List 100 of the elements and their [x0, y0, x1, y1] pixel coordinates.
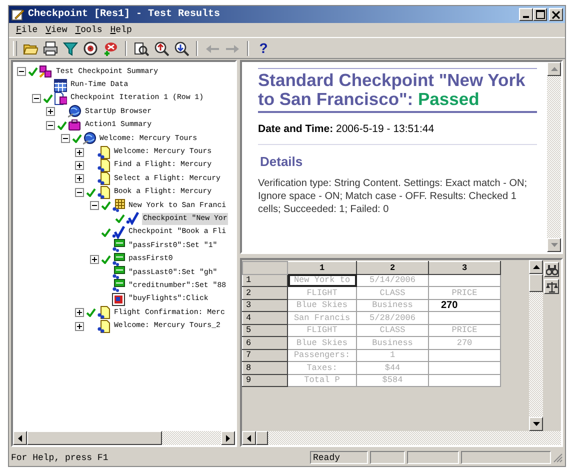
minimize-icon: [523, 16, 529, 18]
page-icon: [97, 186, 110, 199]
edit-box-icon: [112, 266, 124, 280]
table-cell: CLASS: [356, 324, 428, 336]
expand-toggle[interactable]: [75, 174, 84, 184]
target-icon: [83, 40, 98, 56]
table-cell: FLIGHT: [288, 324, 356, 336]
table-cell: Business: [356, 336, 428, 349]
cubes-icon: [39, 65, 52, 78]
row-header: 5: [242, 324, 288, 336]
left-arrow-icon: [18, 434, 22, 442]
bug-plus-icon: [103, 40, 118, 56]
table-cell: 1: [356, 349, 428, 362]
image-button-icon: [112, 292, 124, 306]
expand-toggle[interactable]: [75, 160, 84, 170]
page-icon: [97, 172, 110, 186]
scroll-thumb[interactable]: [256, 431, 268, 445]
table-cell: $44: [356, 362, 428, 374]
close-icon: [552, 10, 560, 18]
notepad-icon: [11, 8, 25, 21]
box-icon: [68, 118, 81, 132]
page-icon: [97, 320, 110, 333]
right-arrow-icon: [226, 434, 230, 442]
grid-table-icon: [54, 78, 66, 92]
table-cell: Business: [356, 299, 428, 312]
zoom-in-button[interactable]: [152, 39, 171, 57]
table-cell: $584: [356, 374, 428, 386]
printer-button[interactable]: [41, 39, 60, 57]
status-text: For Help, press F1: [11, 452, 110, 462]
vertical-scrollbar[interactable]: [529, 260, 543, 431]
page-icon: [97, 146, 110, 159]
grid-corner: [242, 262, 288, 274]
table-cell: 5/28/2006: [356, 312, 428, 324]
left-arrow-icon: [246, 434, 252, 442]
down-arrow-icon: [532, 422, 540, 426]
menu-item[interactable]: File: [12, 25, 42, 35]
menu-item[interactable]: Help: [106, 25, 136, 35]
row-header: 6: [242, 336, 288, 349]
zoom-out-icon: [174, 40, 189, 56]
table-cell: Passengers:: [288, 349, 356, 362]
table-cell: Total P: [288, 374, 356, 386]
collapse-toggle[interactable]: [32, 94, 40, 103]
up-arrow-icon: [550, 67, 558, 71]
zoom-in-icon: [154, 40, 169, 56]
target-button[interactable]: [81, 39, 100, 57]
table-cell: 270: [428, 336, 500, 349]
collapse-toggle[interactable]: [60, 134, 70, 144]
table-cell: FLIGHT: [288, 286, 356, 299]
edit-box-icon: [112, 252, 124, 266]
table-cell: San Francis: [288, 312, 356, 324]
expand-toggle[interactable]: [90, 254, 98, 264]
binoculars-icon: [546, 264, 558, 276]
expand-toggle[interactable]: [75, 308, 84, 318]
checkpoint-icon: [112, 226, 124, 239]
column-header: 2: [356, 262, 428, 274]
menu-item[interactable]: View: [42, 25, 72, 35]
menu-item[interactable]: Tools: [71, 25, 106, 35]
edit-box-icon: [112, 239, 124, 252]
collapse-toggle[interactable]: [46, 120, 55, 130]
collapse-toggle[interactable]: [17, 67, 26, 76]
row-header: 2: [242, 286, 288, 299]
collapse-toggle[interactable]: [90, 201, 98, 210]
table-cell: Taxes:: [288, 362, 356, 374]
status-pane: [370, 451, 405, 464]
close-button[interactable]: [549, 8, 563, 21]
scroll-thumb[interactable]: [27, 431, 162, 445]
row-header: 7: [242, 349, 288, 362]
row-header: 3: [242, 299, 288, 312]
window-title: Checkpoint [Res1] - Test Results: [28, 9, 222, 20]
maximize-icon: [536, 10, 544, 19]
maximize-button[interactable]: [533, 8, 547, 21]
minimize-button[interactable]: [519, 8, 533, 21]
down-arrow-icon: [550, 243, 558, 247]
compare-button[interactable]: [544, 279, 559, 294]
collapse-toggle[interactable]: [75, 188, 84, 197]
horizontal-scrollbar[interactable]: [13, 431, 235, 445]
row-header: 4: [242, 312, 288, 324]
details-text: Verification type: String Content. Settings: Exact match - ON; Ignore space - ON; Match case - OFF. Results: Checked 1 cells; Succeeded: 1; Failed: 0: [258, 177, 528, 216]
table-cell: 5/14/2006: [356, 274, 428, 286]
status-state: Ready: [310, 451, 368, 464]
column-header: 3: [428, 262, 500, 274]
zoom-out-button[interactable]: [172, 39, 191, 57]
table-cell: Blue Skies: [288, 336, 356, 349]
page-icon: [97, 306, 110, 320]
table-cell: CLASS: [356, 286, 428, 299]
scroll-thumb[interactable]: [529, 274, 543, 292]
row-header: 8: [242, 362, 288, 374]
expand-toggle[interactable]: [75, 322, 84, 331]
find-button[interactable]: [544, 262, 559, 277]
row-header: 9: [242, 374, 288, 386]
checkpoint-icon: [126, 212, 139, 226]
filter-icon: [63, 40, 78, 56]
vertical-scrollbar[interactable]: [547, 62, 561, 252]
horizontal-scrollbar[interactable]: [242, 431, 561, 445]
table-cell: PRICE: [428, 324, 500, 336]
expand-toggle[interactable]: [46, 107, 55, 116]
help-button[interactable]: ?: [254, 39, 273, 57]
expand-toggle[interactable]: [75, 148, 84, 157]
edit-box-icon: [112, 279, 124, 292]
details-heading: Details: [259, 154, 304, 169]
